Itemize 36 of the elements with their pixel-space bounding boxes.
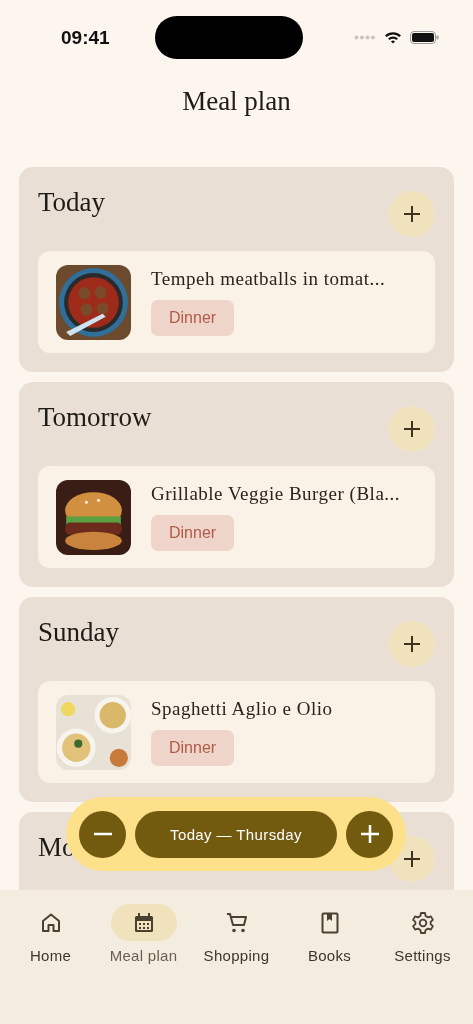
add-button[interactable] [389,406,435,452]
meal-tag: Dinner [151,300,235,336]
plus-icon [403,205,421,223]
meal-name: Tempeh meatballs in tomat... [151,268,386,290]
status-time: 09:41 [61,26,111,49]
page-title: Meal plan [181,84,292,118]
nav-tab[interactable]: Settings [377,904,468,964]
cart-icon [224,910,249,935]
meal-card[interactable]: Grillable Veggie Burger (Bla... Dinner [38,466,435,568]
current-day-button[interactable]: Today — Thursday [135,810,337,858]
next-day-button[interactable] [346,810,393,858]
meal-card[interactable]: Tempeh meatballs in tomat... Dinner [38,251,435,353]
previous-day-button[interactable] [79,810,126,858]
meal-name: Spaghetti Aglio e Olio [151,698,333,720]
plus-icon [403,420,421,438]
plus-icon [403,635,421,653]
add-button[interactable] [389,191,435,237]
meal-tag: Dinner [151,515,235,551]
plus-icon [403,850,421,868]
meal-name: Grillable Veggie Burger (Bla... [151,483,401,505]
add-button[interactable] [389,621,435,667]
settings-icon [410,910,435,935]
wifi-icon [384,31,402,44]
plus-icon [360,825,379,843]
nav-tab[interactable]: Shopping [191,904,282,964]
day-title: Tomorrow [38,402,152,433]
meal-tag: Dinner [151,730,235,766]
meal-card[interactable]: Spaghetti Aglio e Olio Dinner [38,681,435,783]
nav-tab[interactable]: Books [284,904,375,964]
nav-tab[interactable]: Home [5,904,96,964]
day-title: Today [38,187,106,218]
battery-icon [410,31,439,44]
signal-icon [354,35,376,40]
minus-icon [93,832,112,836]
day-title: Sunday [38,617,119,648]
nav-tab[interactable]: Meal plan [98,904,189,964]
